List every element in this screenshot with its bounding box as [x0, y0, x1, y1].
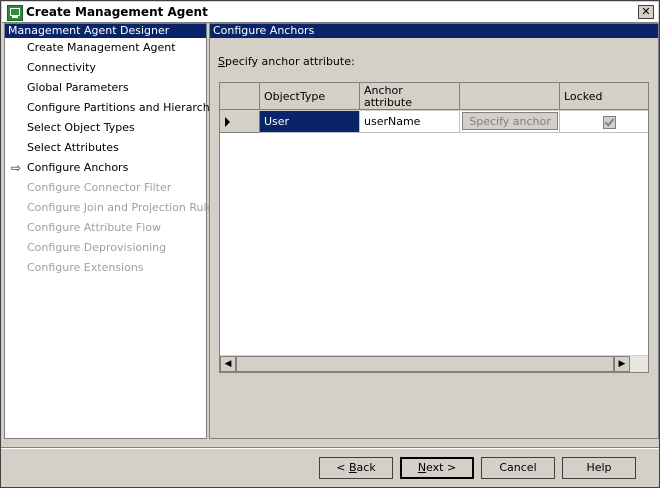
nav-item-select-object-types[interactable]: Select Object Types: [5, 118, 206, 138]
close-button[interactable]: ✕: [638, 5, 654, 19]
cell-locked: [560, 111, 648, 133]
nav-item-global-parameters[interactable]: Global Parameters: [5, 78, 206, 98]
window-title: Create Management Agent: [26, 5, 208, 19]
cell-specify-anchor: Specify anchor: [460, 111, 560, 133]
designer-nav-list: Create Management Agent Connectivity Glo…: [5, 38, 225, 278]
nav-item-configure-attribute-flow: Configure Attribute Flow: [5, 218, 206, 238]
arrow-right-icon: ▶: [618, 359, 626, 369]
nav-item-label: Configure Join and Projection Rules: [27, 201, 220, 214]
horizontal-scrollbar[interactable]: ◀ ▶: [220, 355, 648, 372]
anchor-prompt-label: Specify anchor attribute:: [218, 55, 355, 68]
locked-checkbox[interactable]: [603, 116, 616, 129]
current-step-arrow-icon: ⇨: [11, 161, 22, 175]
nav-item-configure-deprovisioning: Configure Deprovisioning: [5, 238, 206, 258]
close-icon: ✕: [641, 5, 651, 18]
next-accelerator: N: [417, 461, 427, 474]
nav-item-label: Configure Partitions and Hierarchies: [27, 101, 226, 114]
nav-item-label: Select Object Types: [27, 121, 135, 134]
nav-item-label: Configure Attribute Flow: [27, 221, 161, 234]
scroll-left-button[interactable]: ◀: [220, 356, 236, 372]
nav-item-configure-anchors[interactable]: ⇨ Configure Anchors: [5, 158, 206, 178]
back-label-prefix: <: [336, 461, 349, 474]
nav-item-create-management-agent[interactable]: Create Management Agent: [5, 38, 206, 58]
next-label-rest: ext >: [426, 461, 457, 474]
grid-header-row: ObjectType Anchor attribute Locked: [220, 83, 648, 111]
anchor-grid[interactable]: ObjectType Anchor attribute Locked User u…: [219, 82, 649, 373]
configure-anchors-panel: Configure Anchors Specify anchor attribu…: [209, 23, 659, 439]
cell-object-type[interactable]: User: [260, 111, 360, 133]
nav-item-label: Configure Deprovisioning: [27, 241, 167, 254]
prompt-accelerator: S: [218, 55, 225, 68]
grid-corner-header: [220, 83, 260, 110]
specify-anchor-button[interactable]: Specify anchor: [462, 112, 558, 130]
scroll-right-button[interactable]: ▶: [614, 356, 630, 372]
cell-anchor-attribute[interactable]: userName: [360, 111, 460, 133]
back-accelerator: B: [349, 461, 357, 474]
nav-item-configure-join-projection: Configure Join and Projection Rules: [5, 198, 219, 218]
back-button[interactable]: < Back: [319, 457, 393, 479]
current-row-arrow-icon: [225, 117, 230, 127]
column-header-locked[interactable]: Locked: [560, 83, 648, 110]
app-icon: [7, 5, 23, 21]
column-header-objecttype[interactable]: ObjectType: [260, 83, 360, 110]
nav-item-label: Global Parameters: [27, 81, 129, 94]
nav-item-configure-partitions[interactable]: Configure Partitions and Hierarchies: [5, 98, 225, 118]
nav-item-configure-extensions: Configure Extensions: [5, 258, 206, 278]
nav-item-label: Connectivity: [27, 61, 96, 74]
nav-item-connectivity[interactable]: Connectivity: [5, 58, 206, 78]
designer-nav-panel: Management Agent Designer Create Managem…: [4, 23, 225, 439]
nav-item-label: Configure Anchors: [27, 161, 129, 174]
configure-anchors-header: Configure Anchors: [210, 24, 658, 38]
next-button[interactable]: Next >: [400, 457, 474, 479]
column-header-anchor-line2: attribute: [364, 96, 412, 109]
table-row[interactable]: User userName Specify anchor: [220, 111, 648, 133]
nav-item-configure-connector-filter: Configure Connector Filter: [5, 178, 206, 198]
designer-nav-header: Management Agent Designer: [5, 24, 206, 38]
arrow-left-icon: ◀: [224, 359, 232, 369]
help-button[interactable]: Help: [562, 457, 636, 479]
footer-separator: [1, 447, 659, 449]
column-header-anchor-attribute[interactable]: Anchor attribute: [360, 83, 460, 110]
title-bar: Create Management Agent ✕: [2, 2, 658, 23]
row-selector[interactable]: [220, 111, 260, 133]
nav-item-label: Select Attributes: [27, 141, 119, 154]
nav-item-label: Configure Extensions: [27, 261, 144, 274]
back-label-rest: ack: [356, 461, 376, 474]
nav-item-select-attributes[interactable]: Select Attributes: [5, 138, 206, 158]
cancel-button[interactable]: Cancel: [481, 457, 555, 479]
scroll-thumb[interactable]: [236, 356, 614, 372]
create-management-agent-window: Create Management Agent ✕ Management Age…: [0, 0, 660, 488]
nav-item-label: Configure Connector Filter: [27, 181, 172, 194]
prompt-text: pecify anchor attribute:: [224, 55, 355, 68]
column-header-specify[interactable]: [460, 83, 560, 110]
nav-item-label: Create Management Agent: [27, 41, 176, 54]
